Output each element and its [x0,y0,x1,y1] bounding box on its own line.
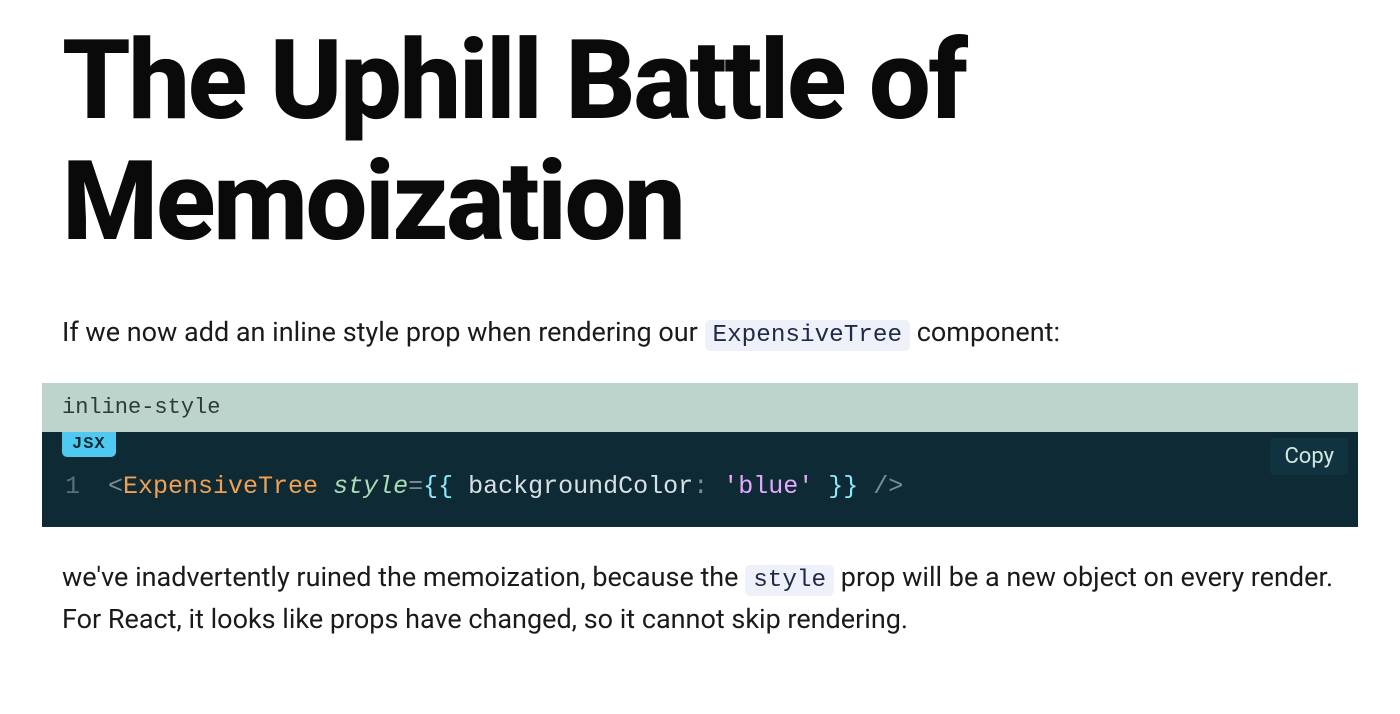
tok-space [318,472,333,501]
tok-open-angle: < [108,472,123,501]
tok-space [858,472,873,501]
tok-self-close: /> [873,472,903,501]
code-block-body: JSX Copy 1 <ExpensiveTree style={{ backg… [42,432,1358,527]
intro-text-before: If we now add an inline style prop when … [62,316,705,348]
intro-text-after: component: [910,316,1060,348]
language-badge: JSX [62,432,116,457]
tok-space [813,472,828,501]
tok-space [453,472,468,501]
line-number: 1 [62,472,80,501]
intro-paragraph: If we now add an inline style prop when … [62,312,1338,355]
outro-text-before: we've inadvertently ruined the memoizati… [62,561,745,593]
tok-tag-name: ExpensiveTree [123,472,318,501]
code-block-title: inline-style [42,383,1358,432]
code-line: 1 <ExpensiveTree style={{ backgroundColo… [62,472,1338,501]
tok-brace-open: {{ [423,472,453,501]
outro-paragraph: we've inadvertently ruined the memoizati… [62,557,1338,642]
tok-colon: : [693,472,708,501]
code-content: <ExpensiveTree style={{ backgroundColor:… [108,472,903,501]
tok-space [708,472,723,501]
tok-equals: = [408,472,423,501]
tok-prop-name: backgroundColor [468,472,693,501]
tok-brace-close: }} [828,472,858,501]
inline-code-style: style [745,565,834,596]
page-title: The Uphill Battle of Memoization [62,20,1338,262]
tok-attr-name: style [333,472,408,501]
inline-code-expensive-tree: ExpensiveTree [705,320,911,351]
tok-string: 'blue' [723,472,813,501]
copy-button[interactable]: Copy [1270,438,1348,475]
code-block: inline-style JSX Copy 1 <ExpensiveTree s… [42,383,1358,527]
